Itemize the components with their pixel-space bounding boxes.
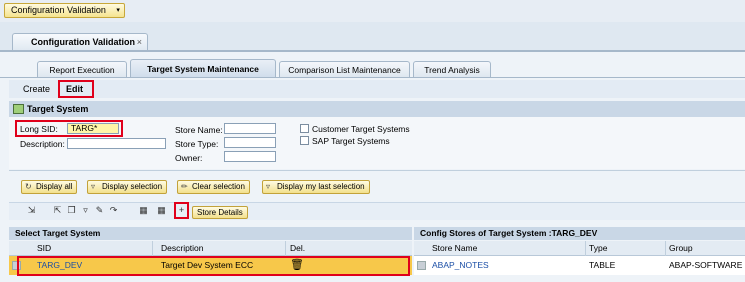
tab-label: Report Execution	[49, 65, 115, 75]
description-label: Description:	[20, 139, 65, 149]
filter-history-icon: ▿	[266, 182, 271, 191]
sap-target-systems-label: SAP Target Systems	[312, 136, 390, 146]
first-page-icon[interactable]: ⇱	[52, 205, 63, 216]
toolbar	[9, 80, 745, 98]
display-last-selection-button[interactable]: ▿ Display my last selection	[262, 180, 370, 194]
create-button[interactable]: Create	[18, 80, 55, 98]
app-menu-label: Configuration Validation	[11, 5, 106, 15]
close-icon[interactable]: ×	[137, 34, 142, 51]
grid-icon[interactable]: ▦	[138, 205, 149, 216]
col-type[interactable]: Type	[589, 241, 607, 256]
tab-configuration-validation[interactable]: Configuration Validation ×	[12, 33, 148, 51]
copy-icon[interactable]: ❐	[66, 205, 77, 216]
row-store-name-link[interactable]: ABAP_NOTES	[432, 256, 489, 275]
tab-comparison-list-maintenance[interactable]: Comparison List Maintenance	[279, 61, 410, 78]
button-label: Display my last selection	[277, 182, 365, 191]
col-sid[interactable]: SID	[37, 241, 51, 256]
button-label: Display all	[36, 182, 73, 191]
store-name-input[interactable]	[224, 123, 276, 134]
tab-label: Trend Analysis	[424, 65, 480, 75]
row-highlight	[17, 256, 410, 276]
target-system-icon	[13, 104, 24, 114]
store-type-input[interactable]	[224, 137, 276, 148]
long-sid-input[interactable]: TARG*	[67, 123, 119, 134]
refresh-icon: ↻	[25, 182, 32, 191]
col-store-name[interactable]: Store Name	[432, 241, 477, 256]
left-table-header: SID Description Del.	[9, 241, 412, 256]
subtab-divider	[0, 77, 745, 78]
tab-report-execution[interactable]: Report Execution	[37, 61, 127, 78]
display-selection-button[interactable]: ▿ Display selection	[87, 180, 168, 194]
col-description[interactable]: Description	[161, 241, 204, 256]
tab-target-system-maintenance[interactable]: Target System Maintenance	[130, 59, 276, 78]
store-type-label: Store Type:	[175, 139, 219, 149]
right-table-header: Store Name Type Group	[414, 241, 745, 256]
row-type: TABLE	[589, 260, 616, 270]
filter-icon: ▿	[91, 182, 96, 191]
col-del[interactable]: Del.	[290, 241, 305, 256]
section-header: Target System	[9, 101, 745, 117]
owner-label: Owner:	[175, 153, 203, 163]
long-sid-label: Long SID:	[20, 124, 58, 134]
sap-target-systems-checkbox[interactable]	[300, 136, 309, 145]
grid-settings-icon[interactable]: ▦	[156, 205, 167, 216]
left-table-title: Select Target System	[9, 227, 412, 240]
app-menu-button[interactable]: Configuration Validation ▾	[4, 3, 125, 18]
form-divider	[9, 170, 745, 171]
display-all-button[interactable]: ↻ Display all	[21, 180, 78, 194]
clear-selection-button[interactable]: ✏ Clear selection	[177, 180, 250, 194]
owner-input[interactable]	[224, 151, 276, 162]
collapse-icon[interactable]: ⇲	[26, 205, 37, 216]
edit-button[interactable]: Edit	[58, 80, 94, 98]
edit-icon[interactable]: ✎	[94, 205, 105, 216]
filter-icon[interactable]: ▿	[80, 205, 91, 216]
eraser-icon: ✏	[181, 182, 188, 191]
caret-down-icon: ▾	[116, 7, 120, 14]
col-group[interactable]: Group	[669, 241, 693, 256]
tab-label: Target System Maintenance	[147, 64, 259, 74]
export-icon[interactable]: ↷	[108, 205, 119, 216]
tab-label: Comparison List Maintenance	[288, 65, 401, 75]
customer-target-systems-label: Customer Target Systems	[312, 124, 410, 134]
store-details-icon[interactable]: +	[174, 202, 189, 219]
customer-target-systems-checkbox[interactable]	[300, 124, 309, 133]
button-label: Clear selection	[192, 182, 245, 191]
description-input[interactable]	[67, 138, 166, 149]
row-group: ABAP-SOFTWARE	[669, 260, 743, 270]
store-details-button[interactable]: Store Details	[192, 206, 248, 219]
right-table-title: Config Stores of Target System :TARG_DEV	[414, 227, 745, 240]
button-label: Display selection	[102, 182, 163, 191]
tab-label: Configuration Validation	[31, 37, 135, 47]
section-title: Target System	[27, 104, 89, 114]
table-row[interactable]: ABAP_NOTES TABLE ABAP-SOFTWARE	[414, 256, 745, 275]
tab-trend-analysis[interactable]: Trend Analysis	[413, 61, 491, 78]
store-name-label: Store Name:	[175, 125, 223, 135]
row-selector[interactable]	[417, 261, 426, 270]
table-toolbar	[9, 202, 745, 220]
